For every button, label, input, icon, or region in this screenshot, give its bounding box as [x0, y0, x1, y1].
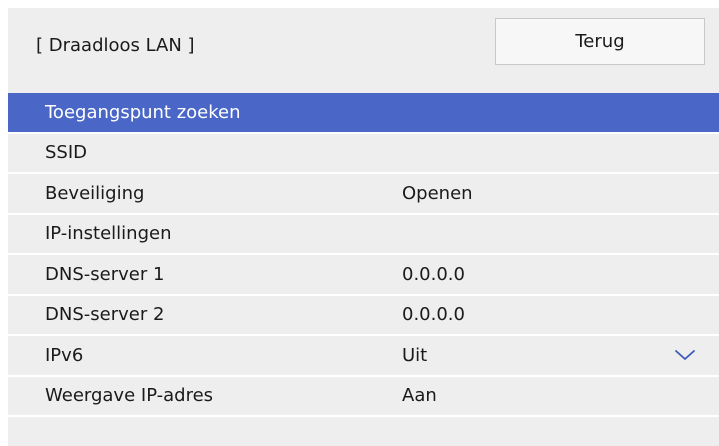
menu-item-label: DNS-server 1: [45, 263, 165, 285]
back-button[interactable]: Terug: [495, 18, 705, 65]
menu-item-label: IPv6: [45, 344, 84, 366]
menu-item-label: Toegangspunt zoeken: [45, 101, 241, 123]
menu-item-label: DNS-server 2: [45, 304, 165, 326]
menu-item-value: 0.0.0.0: [402, 263, 465, 285]
menu-item-access-point-search[interactable]: Toegangspunt zoeken: [8, 93, 719, 134]
settings-menu: Toegangspunt zoeken SSID Beveiliging Ope…: [8, 93, 719, 417]
panel-header: [ Draadloos LAN ] Terug: [8, 8, 719, 93]
menu-item-dns-server-1[interactable]: DNS-server 1 0.0.0.0: [8, 255, 719, 296]
menu-item-ssid[interactable]: SSID: [8, 134, 719, 174]
menu-item-value: Openen: [402, 182, 473, 204]
menu-item-label: IP-instellingen: [45, 223, 172, 245]
menu-item-label: Beveiliging: [45, 182, 145, 204]
menu-item-security[interactable]: Beveiliging Openen: [8, 174, 719, 215]
chevron-down-icon[interactable]: [674, 346, 696, 364]
menu-item-value: Aan: [402, 385, 437, 407]
menu-item-label: SSID: [45, 142, 88, 164]
menu-item-ipv6[interactable]: IPv6 Uit: [8, 336, 719, 377]
back-button-label: Terug: [575, 31, 625, 52]
menu-item-dns-server-2[interactable]: DNS-server 2 0.0.0.0: [8, 296, 719, 336]
menu-item-value: Uit: [402, 344, 428, 366]
menu-item-ip-settings[interactable]: IP-instellingen: [8, 215, 719, 255]
page-title: [ Draadloos LAN ]: [36, 35, 195, 56]
wireless-lan-panel: [ Draadloos LAN ] Terug Toegangspunt zoe…: [8, 8, 719, 446]
menu-item-value: 0.0.0.0: [402, 304, 465, 326]
menu-item-label: Weergave IP-adres: [45, 385, 214, 407]
panel-footer: [8, 432, 719, 446]
menu-item-ip-address-display[interactable]: Weergave IP-adres Aan: [8, 377, 719, 417]
